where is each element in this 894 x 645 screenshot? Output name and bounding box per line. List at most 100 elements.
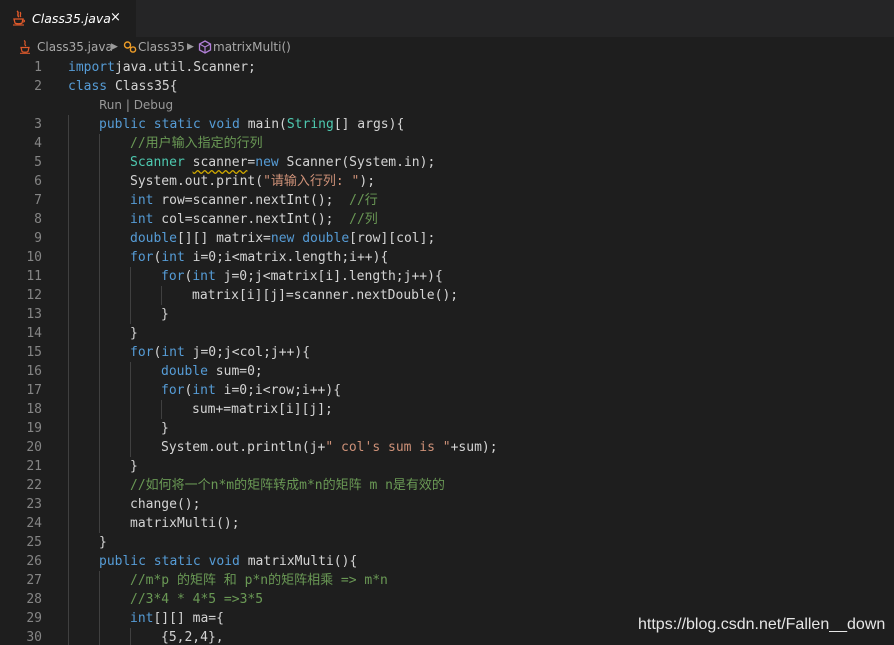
line-number: 24 bbox=[26, 516, 42, 531]
code-text: for(int i=0;i<row;i++){ bbox=[161, 381, 341, 400]
code-line[interactable]: 21} bbox=[0, 457, 894, 476]
tab-bar: Class35.java × bbox=[0, 0, 894, 37]
code-token: for bbox=[161, 269, 185, 284]
code-text: for(int j=0;j<matrix[i].length;j++){ bbox=[161, 267, 443, 286]
code-line[interactable]: 8 int col=scanner.nextInt(); //列 bbox=[0, 210, 894, 229]
line-number: 23 bbox=[26, 497, 42, 512]
tab-class35-java[interactable]: Class35.java × bbox=[0, 0, 136, 37]
code-line[interactable]: 9 double[][] matrix=new double[row][col]; bbox=[0, 229, 894, 248]
breadcrumb-item-file[interactable]: Class35.java bbox=[37, 40, 113, 54]
code-token: } bbox=[130, 459, 138, 474]
code-token: matrix[i][j]=scanner.nextDouble(); bbox=[192, 288, 459, 303]
code-token: System.out.print( bbox=[130, 174, 264, 189]
code-line[interactable]: 17 for(int i=0;i<row;i++){ bbox=[0, 381, 894, 400]
line-number: 17 bbox=[26, 383, 42, 398]
code-line[interactable]: 14} bbox=[0, 324, 894, 343]
code-token: int bbox=[130, 611, 154, 626]
line-number: 18 bbox=[26, 402, 42, 417]
code-line[interactable]: 16 double sum=0; bbox=[0, 362, 894, 381]
line-number: 25 bbox=[26, 535, 42, 550]
code-token: " col's sum is " bbox=[325, 440, 451, 455]
line-number: 16 bbox=[26, 364, 42, 379]
code-line[interactable]: 13} bbox=[0, 305, 894, 324]
code-line[interactable]: 23 change(); bbox=[0, 495, 894, 514]
line-number: 2 bbox=[34, 79, 42, 94]
code-line[interactable]: 26 public static void matrixMulti(){ bbox=[0, 552, 894, 571]
line-number: 30 bbox=[26, 630, 42, 645]
code-token: } bbox=[130, 326, 138, 341]
code-line[interactable]: 11 for(int j=0;j<matrix[i].length;j++){ bbox=[0, 267, 894, 286]
code-text: } bbox=[99, 533, 107, 552]
code-text: int row=scanner.nextInt(); //行 bbox=[130, 191, 378, 210]
code-line[interactable]: 2 class Class35{ bbox=[0, 77, 894, 96]
code-token: for bbox=[130, 250, 154, 265]
java-icon bbox=[13, 10, 26, 26]
code-line[interactable]: 19} bbox=[0, 419, 894, 438]
code-line[interactable]: 27 //m*p 的矩阵 和 p*n的矩阵相乘 => m*n bbox=[0, 571, 894, 590]
chevron-right-icon: ▶ bbox=[111, 42, 118, 52]
code-line[interactable]: 25} bbox=[0, 533, 894, 552]
code-line[interactable]: 5 Scanner scanner=new Scanner(System.in); bbox=[0, 153, 894, 172]
code-token: sum+=matrix[i][j]; bbox=[192, 402, 333, 417]
line-number: 7 bbox=[34, 193, 42, 208]
code-line[interactable]: 10 for(int i=0;i<matrix.length;i++){ bbox=[0, 248, 894, 267]
code-line[interactable]: 24 matrixMulti(); bbox=[0, 514, 894, 533]
line-number: 20 bbox=[26, 440, 42, 455]
code-text: double[][] matrix=new double[row][col]; bbox=[130, 229, 435, 248]
code-line[interactable]: 12 matrix[i][j]=scanner.nextDouble(); bbox=[0, 286, 894, 305]
line-number: 13 bbox=[26, 307, 42, 322]
code-token: col=scanner.nextInt(); bbox=[153, 212, 350, 227]
code-line[interactable]: 3 public static void main(String[] args){ bbox=[0, 115, 894, 134]
code-text: public static void matrixMulti(){ bbox=[99, 552, 357, 571]
code-line[interactable]: 4 //用户输入指定的行列 bbox=[0, 134, 894, 153]
code-token: matrixMulti(); bbox=[130, 516, 240, 531]
code-line[interactable]: 15 for(int j=0;j<col;j++){ bbox=[0, 343, 894, 362]
code-line[interactable]: 22 //如何将一个n*m的矩阵转成m*n的矩阵 m n是有效的 bbox=[0, 476, 894, 495]
breadcrumb-item-method[interactable]: matrixMulti() bbox=[213, 40, 291, 54]
code-line[interactable]: 18 sum+=matrix[i][j]; bbox=[0, 400, 894, 419]
code-token: int bbox=[130, 212, 154, 227]
code-text: importjava.util.Scanner; bbox=[68, 58, 256, 77]
close-icon[interactable]: × bbox=[110, 10, 121, 26]
code-line[interactable]: 6 System.out.print("请输入行列: "); bbox=[0, 172, 894, 191]
code-token: } bbox=[99, 535, 107, 550]
code-token: int bbox=[192, 269, 216, 284]
code-text: } bbox=[130, 457, 138, 476]
codelens-debug-link[interactable]: Debug bbox=[134, 98, 173, 112]
code-text: //m*p 的矩阵 和 p*n的矩阵相乘 => m*n bbox=[130, 571, 388, 590]
line-number: 21 bbox=[26, 459, 42, 474]
code-token: +sum); bbox=[450, 440, 498, 455]
chevron-right-icon: ▶ bbox=[187, 42, 194, 52]
code-text: int[][] ma={ bbox=[130, 609, 224, 628]
code-token: int bbox=[161, 250, 185, 265]
code-line[interactable]: 7 int row=scanner.nextInt(); //行 bbox=[0, 191, 894, 210]
line-number: 1 bbox=[34, 60, 42, 75]
code-line[interactable]: 28 //3*4 * 4*5 =>3*5 bbox=[0, 590, 894, 609]
code-text: for(int i=0;i<matrix.length;i++){ bbox=[130, 248, 388, 267]
code-token: {5,2,4}, bbox=[161, 630, 224, 645]
code-line[interactable]: 20 System.out.println(j+" col's sum is "+… bbox=[0, 438, 894, 457]
breadcrumb-item-class[interactable]: Class35 bbox=[138, 40, 185, 54]
code-editor[interactable]: 1 importjava.util.Scanner; 2 class Class35{… bbox=[0, 57, 894, 645]
code-token: Class35{ bbox=[107, 79, 178, 94]
code-text: class Class35{ bbox=[68, 77, 178, 96]
code-token: java.util.Scanner; bbox=[114, 60, 256, 75]
codelens-run-link[interactable]: Run bbox=[99, 98, 122, 112]
code-token: //如何将一个n*m的矩阵转成m*n的矩阵 m n是有效的 bbox=[130, 478, 445, 493]
line-number: 19 bbox=[26, 421, 42, 436]
code-text: } bbox=[161, 419, 169, 438]
code-token: new bbox=[255, 155, 279, 170]
code-token: public static void bbox=[99, 117, 240, 132]
code-token: scanner bbox=[192, 155, 248, 170]
code-token: change(); bbox=[130, 497, 201, 512]
codelens-separator: | bbox=[122, 98, 134, 112]
code-text: //3*4 * 4*5 =>3*5 bbox=[130, 590, 263, 609]
code-token: //行 bbox=[349, 193, 378, 208]
code-text: for(int j=0;j<col;j++){ bbox=[130, 343, 310, 362]
code-line[interactable]: 1 importjava.util.Scanner; bbox=[0, 58, 894, 77]
line-number: 26 bbox=[26, 554, 42, 569]
code-token: double bbox=[161, 364, 208, 379]
code-token: Scanner bbox=[130, 155, 185, 170]
code-token: import bbox=[68, 60, 115, 75]
code-token: [][] matrix= bbox=[176, 231, 271, 246]
